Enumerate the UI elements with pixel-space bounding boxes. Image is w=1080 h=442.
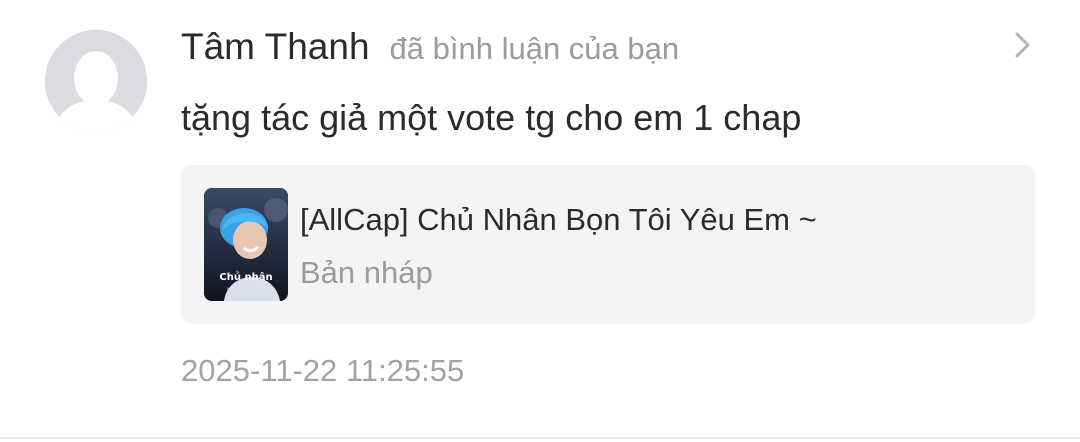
story-card[interactable]: Chủ nhân bọn tôi yêu em [AllCap] Chủ Nhâ… xyxy=(181,165,1035,324)
timestamp: 2025-11-22 11:25:55 xyxy=(181,353,465,388)
comment-text: tặng tác giả một vote tg cho em 1 chap xyxy=(181,97,802,138)
action-text: đã bình luận của bạn xyxy=(389,31,680,66)
cover-title-text: Chủ nhân xyxy=(219,272,273,283)
divider xyxy=(0,437,1080,439)
default-avatar-icon xyxy=(45,30,147,132)
chevron-right-icon[interactable] xyxy=(1008,30,1038,60)
user-avatar[interactable] xyxy=(45,30,147,132)
comment-notification[interactable]: Tâm Thanh đã bình luận của bạn tặng tác … xyxy=(0,0,1080,442)
story-title[interactable]: [AllCap] Chủ Nhân Bọn Tôi Yêu Em ~ xyxy=(300,202,817,238)
notification-header: Tâm Thanh đã bình luận của bạn xyxy=(181,26,679,68)
story-status: Bản nháp xyxy=(300,255,433,290)
story-cover-image: Chủ nhân bọn tôi yêu em xyxy=(204,188,288,301)
user-name[interactable]: Tâm Thanh xyxy=(181,26,370,68)
cover-subtitle-text: bọn tôi yêu em xyxy=(227,287,265,293)
